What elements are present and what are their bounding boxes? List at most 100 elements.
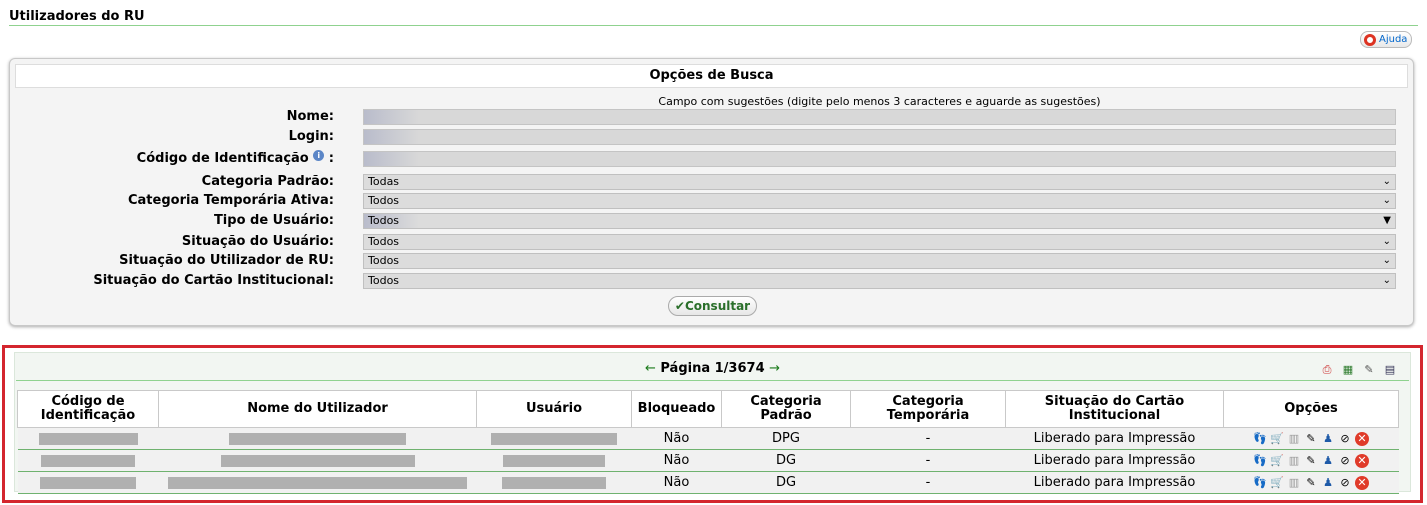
row-situacao-usuario: Situação do Usuário: Todos ⌄ <box>10 233 1410 251</box>
cell-bloqueado: Não <box>631 449 722 472</box>
users-icon[interactable]: ♟ <box>1321 454 1335 468</box>
cell-bloqueado: Não <box>631 427 722 450</box>
table-row: Não DG - Liberado para Impressão 👣 🛒 ▥ ✎ ♟ ⊘ ✕ <box>17 471 1399 494</box>
redacted-codigo <box>38 432 138 445</box>
pager-divider <box>16 380 1409 381</box>
search-panel-header: Opções de Busca <box>15 64 1408 88</box>
login-input[interactable] <box>363 129 1396 145</box>
cell-categoria-padrao: DPG <box>721 427 851 450</box>
pager: ← Página 1/3674 → <box>15 361 1410 376</box>
row-categoria-padrao: Categoria Padrão: Todas ⌄ <box>10 173 1410 191</box>
row-login: Login: <box>10 128 1410 146</box>
row-options: 👣 🛒 ▥ ✎ ♟ ⊘ ✕ <box>1224 453 1399 468</box>
situacao-usuario-select[interactable]: Todos ⌄ <box>363 234 1396 250</box>
results-highlight-frame: ← Página 1/3674 → ⎙ ▦ ✎ ▤ Código de Iden… <box>2 345 1423 503</box>
help-label: Ajuda <box>1379 34 1408 45</box>
search-panel: Opções de Busca Campo com sugestões (dig… <box>9 58 1414 326</box>
remove-icon[interactable]: ✕ <box>1355 475 1369 490</box>
card-icon[interactable]: ✎ <box>1304 476 1318 490</box>
calculator-icon[interactable]: ▥ <box>1287 432 1301 446</box>
prev-page-arrow[interactable]: ← <box>645 361 656 376</box>
export-toolbar: ⎙ ▦ ✎ ▤ <box>1320 362 1397 378</box>
col-situacao-cartao: Situação do Cartão Institucional <box>1005 390 1224 428</box>
view-icon[interactable]: 👣 <box>1253 476 1267 490</box>
results-table: Código de Identificação Nome do Utilizad… <box>17 390 1399 494</box>
row-situacao-utilizador: Situação do Utilizador de RU: Todos ⌄ <box>10 252 1410 270</box>
label-situacao-cartao: Situação do Cartão Institucional: <box>93 273 334 288</box>
title-divider <box>9 25 1418 26</box>
calculator-icon[interactable]: ▥ <box>1287 476 1301 490</box>
cart-icon[interactable]: 🛒 <box>1270 432 1284 446</box>
consultar-button[interactable]: ✔Consultar <box>668 296 757 316</box>
next-page-arrow[interactable]: → <box>769 361 780 376</box>
suggestion-hint: Campo com sugestões (digite pelo menos 3… <box>658 95 1101 108</box>
calculator-icon[interactable]: ▥ <box>1287 454 1301 468</box>
help-button[interactable]: Ajuda <box>1360 31 1412 48</box>
redacted-nome <box>220 454 415 467</box>
page-title: Utilizadores do RU <box>9 9 145 24</box>
view-icon[interactable]: 👣 <box>1253 454 1267 468</box>
redacted-usuario <box>503 454 605 467</box>
block-icon[interactable]: ⊘ <box>1338 476 1352 490</box>
chevron-down-icon: ⌄ <box>1382 275 1391 286</box>
pdf-export-icon[interactable]: ⎙ <box>1320 362 1334 378</box>
view-icon[interactable]: 👣 <box>1253 432 1267 446</box>
cart-icon[interactable]: 🛒 <box>1270 476 1284 490</box>
redacted-usuario <box>491 432 617 445</box>
row-codigo: Código de Identificação i : <box>10 150 1410 168</box>
table-header-row: Código de Identificação Nome do Utilizad… <box>17 390 1399 428</box>
check-icon: ✔ <box>674 299 685 313</box>
info-icon[interactable]: i <box>313 150 325 161</box>
cell-categoria-temporaria: - <box>850 449 1006 472</box>
situacao-cartao-select[interactable]: Todos ⌄ <box>363 273 1396 289</box>
col-categoria-padrao: Categoria Padrão <box>721 390 851 428</box>
label-nome: Nome: <box>286 109 334 124</box>
redacted-codigo <box>40 476 136 489</box>
chevron-down-icon: ⌄ <box>1382 236 1391 247</box>
cell-categoria-temporaria: - <box>850 471 1006 494</box>
cell-bloqueado: Não <box>631 471 722 494</box>
row-categoria-temporaria: Categoria Temporária Ativa: Todos ⌄ <box>10 192 1410 210</box>
chevron-down-icon: ⌄ <box>1382 255 1391 266</box>
categoria-padrao-select[interactable]: Todas ⌄ <box>363 174 1396 190</box>
row-situacao-cartao: Situação do Cartão Institucional: Todos ⌄ <box>10 272 1410 290</box>
remove-icon[interactable]: ✕ <box>1355 453 1369 468</box>
cell-categoria-temporaria: - <box>850 427 1006 450</box>
label-codigo: Código de Identificação i : <box>136 150 334 166</box>
nome-input[interactable] <box>363 109 1396 125</box>
table-row: Não DPG - Liberado para Impressão 👣 🛒 ▥ ✎ ♟ ⊘… <box>17 427 1399 450</box>
page-indicator: Página 1/3674 <box>660 361 765 376</box>
col-opcoes: Opções <box>1223 390 1399 428</box>
label-categoria-temporaria: Categoria Temporária Ativa: <box>127 193 334 208</box>
cell-categoria-padrao: DG <box>721 471 851 494</box>
chevron-down-icon: ⌄ <box>1382 176 1391 187</box>
codigo-input[interactable] <box>363 151 1396 167</box>
categoria-temporaria-select[interactable]: Todos ⌄ <box>363 193 1396 209</box>
results-panel: ← Página 1/3674 → ⎙ ▦ ✎ ▤ Código de Iden… <box>14 352 1411 494</box>
cell-situacao: Liberado para Impressão <box>1005 449 1224 472</box>
card-icon[interactable]: ✎ <box>1304 432 1318 446</box>
cell-categoria-padrao: DG <box>721 449 851 472</box>
situacao-utilizador-select[interactable]: Todos ⌄ <box>363 253 1396 269</box>
cart-icon[interactable]: 🛒 <box>1270 454 1284 468</box>
block-icon[interactable]: ⊘ <box>1338 432 1352 446</box>
edit-export-icon[interactable]: ✎ <box>1362 362 1376 378</box>
cell-situacao: Liberado para Impressão <box>1005 471 1224 494</box>
card-icon[interactable]: ✎ <box>1304 454 1318 468</box>
excel-export-icon[interactable]: ▦ <box>1341 362 1355 378</box>
print-icon[interactable]: ▤ <box>1383 362 1397 378</box>
col-bloqueado: Bloqueado <box>631 390 722 428</box>
col-categoria-temporaria: Categoria Temporária <box>850 390 1006 428</box>
users-icon[interactable]: ♟ <box>1321 432 1335 446</box>
col-codigo: Código de Identificação <box>17 390 159 428</box>
block-icon[interactable]: ⊘ <box>1338 454 1352 468</box>
row-options: 👣 🛒 ▥ ✎ ♟ ⊘ ✕ <box>1224 431 1399 446</box>
table-row: Não DG - Liberado para Impressão 👣 🛒 ▥ ✎ ♟ ⊘ ✕ <box>17 449 1399 472</box>
redacted-codigo <box>41 454 135 467</box>
users-icon[interactable]: ♟ <box>1321 476 1335 490</box>
label-tipo-usuario: Tipo de Usuário: <box>213 213 334 228</box>
row-nome: Nome: <box>10 108 1410 126</box>
remove-icon[interactable]: ✕ <box>1355 431 1369 446</box>
chevron-down-icon: ⌄ <box>1382 195 1391 206</box>
tipo-usuario-select[interactable]: Todos ▼ <box>363 213 1396 229</box>
